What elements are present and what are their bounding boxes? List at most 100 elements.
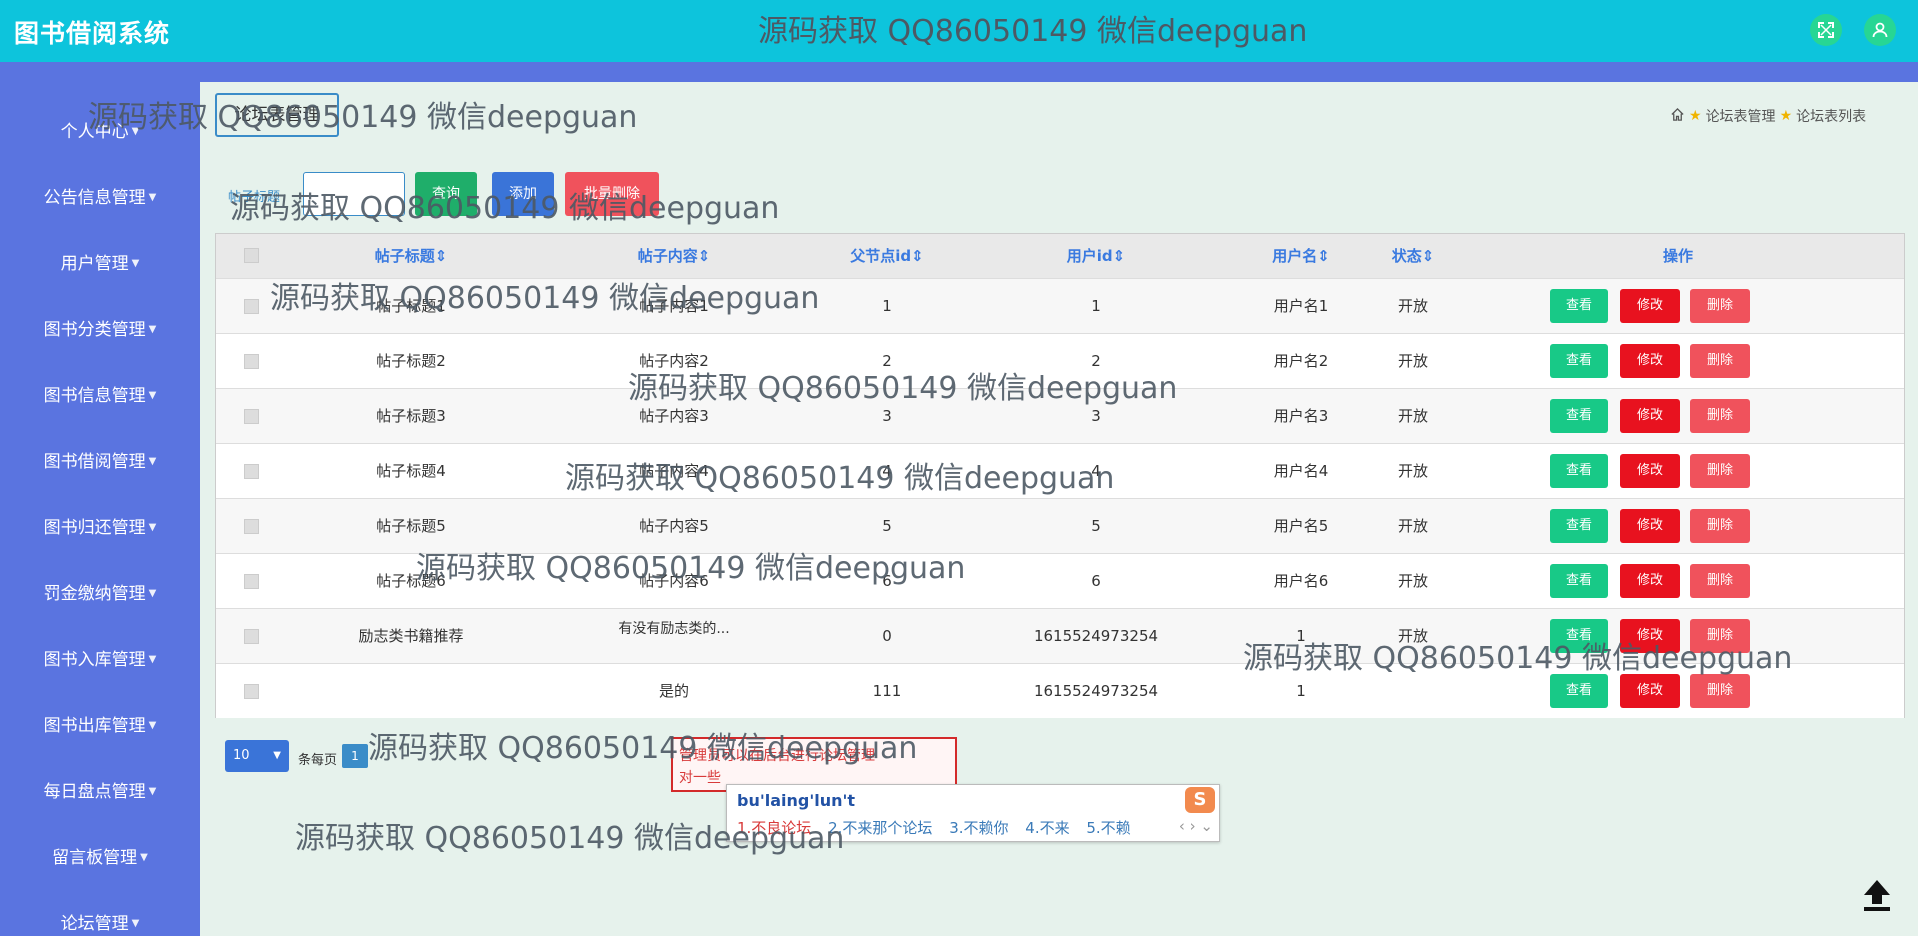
row-checkbox[interactable] (244, 464, 259, 479)
edit-button[interactable]: 修改 (1620, 454, 1680, 488)
cell-status: 开放 (1397, 462, 1429, 480)
row-checkbox[interactable] (244, 684, 259, 699)
cell-status: 开放 (1397, 297, 1429, 315)
row-checkbox[interactable] (244, 629, 259, 644)
sidebar-item-stock-in[interactable]: 图书入库管理 ▼ (0, 640, 200, 680)
row-checkbox[interactable] (244, 354, 259, 369)
edit-button[interactable]: 修改 (1620, 509, 1680, 543)
sidebar-item-personal-center[interactable]: 个人中心 ▼ (0, 112, 200, 152)
table-row: 帖子标题2 帖子内容2 2 2 用户名2 开放 查看 修改 删除 (216, 333, 1904, 388)
column-header[interactable]: 帖子标题⇕ (375, 234, 448, 278)
query-button[interactable]: 查询 (415, 172, 477, 216)
sidebar-item-fines[interactable]: 罚金缴纳管理 ▼ (0, 574, 200, 614)
row-checkbox[interactable] (244, 519, 259, 534)
edit-button[interactable]: 修改 (1620, 674, 1680, 708)
expand-icon[interactable] (1810, 14, 1842, 46)
edit-button[interactable]: 修改 (1620, 399, 1680, 433)
search-input[interactable] (303, 172, 405, 216)
ime-candidate[interactable]: 4.不来 (1025, 819, 1069, 837)
delete-button[interactable]: 删除 (1690, 344, 1750, 378)
per-page-label: 条每页 (298, 753, 338, 768)
caret-down-icon: ▼ (131, 258, 140, 269)
cell-username: 用户名5 (1273, 517, 1329, 535)
breadcrumb-item[interactable]: 论坛表管理 (1706, 106, 1776, 126)
sidebar-item-label: 罚金缴纳管理 (43, 584, 146, 604)
sidebar-item-daily-inventory[interactable]: 每日盘点管理 ▼ (0, 772, 200, 812)
table-header: 帖子标题⇕ 帖子内容⇕ 父节点id⇕ 用户id⇕ 用户名⇕ 状态⇕ 操作 (216, 234, 1904, 278)
cell-parentid: 6 (882, 572, 892, 590)
delete-button[interactable]: 删除 (1690, 289, 1750, 323)
cell-content: 帖子内容3 (639, 407, 709, 425)
cell-userid: 3 (1091, 407, 1101, 425)
ime-candidate[interactable]: 2.不来那个论坛 (828, 819, 932, 837)
row-checkbox[interactable] (244, 299, 259, 314)
arrow-up-icon[interactable] (1858, 876, 1896, 914)
edit-button[interactable]: 修改 (1620, 564, 1680, 598)
cell-status: 开放 (1397, 627, 1429, 645)
row-checkbox[interactable] (244, 409, 259, 424)
user-icon[interactable] (1864, 14, 1896, 46)
view-button[interactable]: 查看 (1550, 619, 1608, 653)
delete-button[interactable]: 删除 (1690, 564, 1750, 598)
caret-down-icon: ▼ (148, 720, 157, 731)
delete-button[interactable]: 删除 (1690, 619, 1750, 653)
ime-candidate-window: bu'laing'lun't S 1.不良论坛 2.不来那个论坛 3.不赖你 4… (726, 784, 1220, 842)
home-icon[interactable] (1670, 107, 1685, 126)
cell-username: 1 (1296, 627, 1306, 645)
sidebar-item-forum[interactable]: 论坛管理 ▼ (0, 904, 200, 936)
sidebar: 个人中心 ▼ 公告信息管理 ▼ 用户管理 ▼ 图书分类管理 ▼ 图书信息管理 ▼ 图书借阅… (0, 62, 200, 936)
ime-candidates: 1.不良论坛 2.不来那个论坛 3.不赖你 4.不来 5.不赖 (737, 817, 1143, 838)
table-row: 帖子标题3 帖子内容3 3 3 用户名3 开放 查看 修改 删除 (216, 388, 1904, 443)
ime-candidate[interactable]: 5.不赖 (1086, 819, 1130, 837)
ime-candidate[interactable]: 1.不良论坛 (737, 819, 811, 837)
ime-candidate[interactable]: 3.不赖你 (949, 819, 1008, 837)
delete-button[interactable]: 删除 (1690, 454, 1750, 488)
sidebar-item-label: 每日盘点管理 (43, 782, 146, 802)
sidebar-item-announcement[interactable]: 公告信息管理 ▼ (0, 178, 200, 218)
column-header[interactable]: 状态⇕ (1392, 234, 1435, 278)
row-checkbox[interactable] (244, 574, 259, 589)
cell-title: 帖子标题2 (376, 352, 446, 370)
view-button[interactable]: 查看 (1550, 564, 1608, 598)
sidebar-item-borrow[interactable]: 图书借阅管理 ▼ (0, 442, 200, 482)
edit-button[interactable]: 修改 (1620, 344, 1680, 378)
cell-status: 开放 (1397, 572, 1429, 590)
add-button[interactable]: 添加 (492, 172, 554, 216)
view-button[interactable]: 查看 (1550, 454, 1608, 488)
sidebar-item-label: 图书出库管理 (43, 716, 146, 736)
caret-down-icon: ▼ (148, 390, 157, 401)
column-header[interactable]: 用户名⇕ (1272, 234, 1330, 278)
ime-nav[interactable]: ‹ › ⌄ (1179, 817, 1213, 835)
sidebar-item-label: 图书入库管理 (43, 650, 146, 670)
batch-delete-button[interactable]: 批量删除 (565, 172, 659, 216)
view-button[interactable]: 查看 (1550, 289, 1608, 323)
sidebar-item-users[interactable]: 用户管理 ▼ (0, 244, 200, 284)
column-header[interactable]: 用户id⇕ (1067, 234, 1125, 278)
sidebar-item-book-category[interactable]: 图书分类管理 ▼ (0, 310, 200, 350)
select-all-checkbox[interactable] (244, 248, 259, 263)
page-size-select[interactable]: 10 ▼ (225, 740, 289, 772)
sidebar-item-book-info[interactable]: 图书信息管理 ▼ (0, 376, 200, 416)
edit-button[interactable]: 修改 (1620, 289, 1680, 323)
cell-title: 帖子标题6 (376, 572, 446, 590)
edit-button[interactable]: 修改 (1620, 619, 1680, 653)
cell-userid: 5 (1091, 517, 1101, 535)
delete-button[interactable]: 删除 (1690, 509, 1750, 543)
cell-userid: 6 (1091, 572, 1101, 590)
delete-button[interactable]: 删除 (1690, 674, 1750, 708)
tooltip-line: 对一些 (679, 770, 721, 786)
view-button[interactable]: 查看 (1550, 399, 1608, 433)
page-number[interactable]: 1 (342, 744, 368, 768)
column-header[interactable]: 父节点id⇕ (850, 234, 923, 278)
view-button[interactable]: 查看 (1550, 674, 1608, 708)
delete-button[interactable]: 删除 (1690, 399, 1750, 433)
column-header[interactable]: 帖子内容⇕ (638, 234, 711, 278)
table-row: 帖子标题5 帖子内容5 5 5 用户名5 开放 查看 修改 删除 (216, 498, 1904, 553)
sidebar-item-return[interactable]: 图书归还管理 ▼ (0, 508, 200, 548)
view-button[interactable]: 查看 (1550, 509, 1608, 543)
sidebar-item-message-board[interactable]: 留言板管理 ▼ (0, 838, 200, 878)
view-button[interactable]: 查看 (1550, 344, 1608, 378)
sidebar-item-stock-out[interactable]: 图书出库管理 ▼ (0, 706, 200, 746)
table-row: 帖子标题4 帖子内容4 4 4 用户名4 开放 查看 修改 删除 (216, 443, 1904, 498)
breadcrumb-item: 论坛表列表 (1796, 109, 1867, 125)
